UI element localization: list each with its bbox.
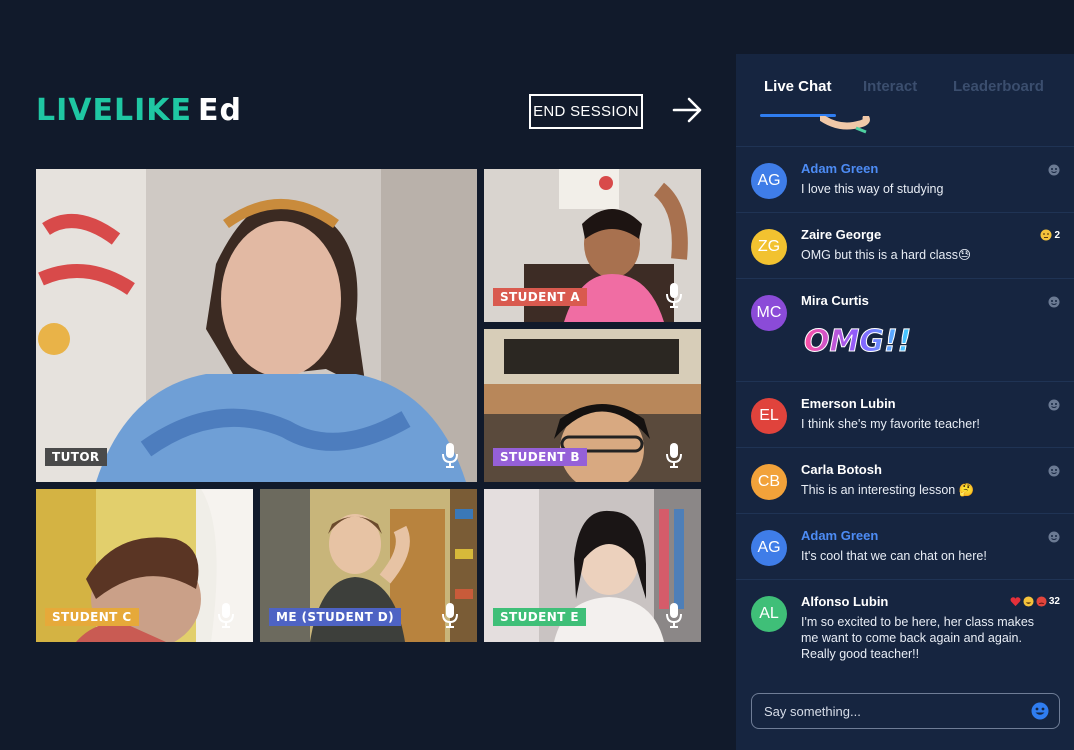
tile-label: STUDENT B xyxy=(493,448,587,466)
avatar[interactable]: AG xyxy=(751,163,787,199)
microphone-icon[interactable] xyxy=(441,442,459,468)
chat-message-list: AG Adam Green I love this way of studyin… xyxy=(736,146,1074,679)
reaction-group[interactable]: 32 xyxy=(1010,596,1060,607)
chat-input-box xyxy=(751,693,1060,729)
tile-label: STUDENT C xyxy=(45,608,139,626)
avatar[interactable]: CB xyxy=(751,464,787,500)
avatar[interactable]: AG xyxy=(751,530,787,566)
sweat-face-icon xyxy=(1040,229,1052,241)
message-text: I think she's my favorite teacher! xyxy=(801,417,980,431)
video-tile-student-a[interactable]: STUDENT A xyxy=(484,169,701,322)
avatar[interactable]: ZG xyxy=(751,229,787,265)
logo-brand: LIVELIKE xyxy=(36,93,193,128)
panel-tabs: Live Chat Interact Leaderboard xyxy=(736,54,1074,146)
reaction-smiley-icon[interactable] xyxy=(1048,465,1060,477)
emoji-icon[interactable] xyxy=(1031,702,1049,720)
message-text: This is an interesting lesson 🤔 xyxy=(801,483,975,497)
message-text: I'm so excited to be here, her class mak… xyxy=(801,615,1035,661)
video-tile-student-d-me[interactable]: ME (STUDENT D) xyxy=(260,489,477,642)
message-text: OMG but this is a hard class😓 xyxy=(801,248,972,262)
reaction-group[interactable]: 2 xyxy=(1040,229,1060,241)
tab-live-chat[interactable]: Live Chat xyxy=(764,78,832,95)
video-tile-student-b[interactable]: STUDENT B xyxy=(484,329,701,482)
reaction-count: 32 xyxy=(1048,596,1060,607)
livelike-ed-logo: LIVELIKE Ed xyxy=(36,93,242,129)
reaction-smiley-icon[interactable] xyxy=(1048,164,1060,176)
chat-message: MC Mira Curtis OMG!! xyxy=(736,278,1074,381)
message-author[interactable]: Adam Green xyxy=(801,161,1054,177)
message-author[interactable]: Mira Curtis xyxy=(801,293,1054,309)
reaction-smiley-icon[interactable] xyxy=(1048,531,1060,543)
video-tile-tutor[interactable]: TUTOR xyxy=(36,169,477,482)
microphone-icon[interactable] xyxy=(665,282,683,308)
microphone-icon[interactable] xyxy=(665,602,683,628)
message-author[interactable]: Carla Botosh xyxy=(801,462,1054,478)
microphone-icon[interactable] xyxy=(665,442,683,468)
chat-message: CB Carla Botosh This is an interesting l… xyxy=(736,447,1074,513)
tutor-video-feed xyxy=(36,169,477,482)
tab-leaderboard[interactable]: Leaderboard xyxy=(953,78,1044,95)
chat-input[interactable] xyxy=(764,694,1024,728)
video-tile-student-c[interactable]: STUDENT C xyxy=(36,489,253,642)
microphone-icon[interactable] xyxy=(217,602,235,628)
reaction-count: 2 xyxy=(1054,229,1060,241)
tile-label: ME (STUDENT D) xyxy=(269,608,401,626)
avatar[interactable]: AL xyxy=(751,596,787,632)
angry-face-icon xyxy=(1036,596,1047,607)
reaction-smiley-icon[interactable] xyxy=(1048,296,1060,308)
exit-arrow-icon[interactable] xyxy=(672,96,704,124)
avatar[interactable]: EL xyxy=(751,398,787,434)
tab-interact[interactable]: Interact xyxy=(863,78,917,95)
chat-panel: Live Chat Interact Leaderboard AG Adam G… xyxy=(736,54,1074,750)
video-tile-student-e[interactable]: STUDENT E xyxy=(484,489,701,642)
heart-icon xyxy=(1010,597,1021,607)
message-text: I love this way of studying xyxy=(801,182,944,196)
reaction-smiley-icon[interactable] xyxy=(1048,399,1060,411)
omg-sticker: OMG!! xyxy=(804,324,912,360)
message-author[interactable]: Zaire George xyxy=(801,227,1054,243)
tile-label: STUDENT A xyxy=(493,288,588,306)
tile-label: STUDENT E xyxy=(493,608,586,626)
tile-label: TUTOR xyxy=(45,448,107,466)
sticker-hand-icon xyxy=(820,116,870,134)
chat-message: AG Adam Green I love this way of studyin… xyxy=(736,146,1074,212)
avatar[interactable]: MC xyxy=(751,295,787,331)
end-session-button[interactable]: END SESSION xyxy=(529,94,643,129)
sticker-text: OMG!! xyxy=(804,324,911,359)
message-text: It's cool that we can chat on here! xyxy=(801,549,987,563)
logo-suffix: Ed xyxy=(198,93,242,128)
chat-message: AL Alfonso Lubin I'm so excited to be he… xyxy=(736,579,1074,679)
laughing-face-icon xyxy=(1023,596,1034,607)
chat-message: EL Emerson Lubin I think she's my favori… xyxy=(736,381,1074,447)
microphone-icon[interactable] xyxy=(441,602,459,628)
message-author[interactable]: Emerson Lubin xyxy=(801,396,1054,412)
chat-message: AG Adam Green It's cool that we can chat… xyxy=(736,513,1074,579)
message-author[interactable]: Adam Green xyxy=(801,528,1054,544)
chat-message: ZG Zaire George OMG but this is a hard c… xyxy=(736,212,1074,278)
